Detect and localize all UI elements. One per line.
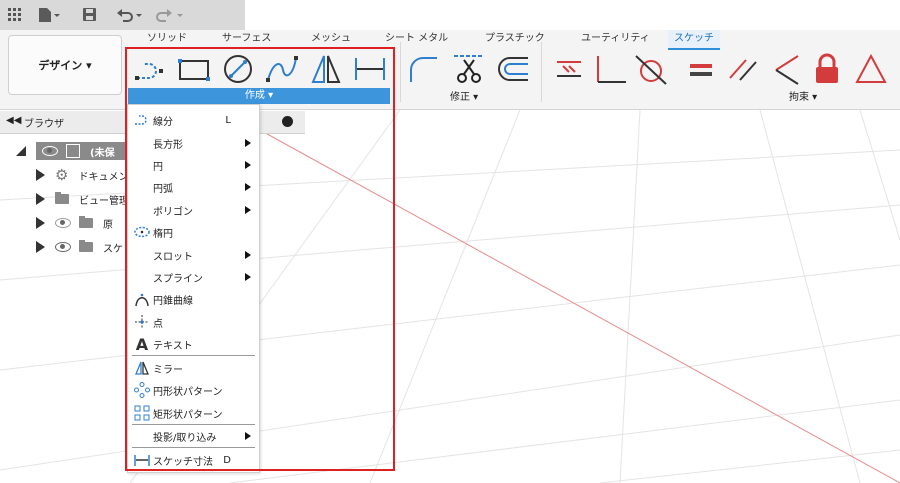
menu-item-project-include[interactable]: 投影/取り込み bbox=[128, 425, 259, 447]
shortcut: D bbox=[223, 454, 231, 466]
expand-icon[interactable] bbox=[36, 217, 45, 229]
menu-item-mirror[interactable]: ミラー bbox=[128, 357, 259, 379]
perpendicular-constraint-icon[interactable] bbox=[594, 52, 628, 86]
divider bbox=[541, 42, 542, 102]
tree-row-document[interactable]: ⚙ ドキュメン bbox=[36, 165, 128, 185]
submenu-arrow-icon bbox=[245, 273, 251, 281]
point-icon bbox=[134, 314, 150, 330]
submenu-arrow-icon bbox=[245, 251, 251, 259]
circular-pattern-icon bbox=[134, 382, 150, 398]
menu-item-circular-pattern[interactable]: 円形状パターン bbox=[128, 379, 259, 401]
tree-row-sketches[interactable]: スケ bbox=[36, 237, 123, 257]
menu-item-sketch-dimension[interactable]: スケッチ寸法 D bbox=[128, 449, 259, 471]
menu-item-circle[interactable]: 円 bbox=[128, 154, 259, 176]
menu-item-rectangular-pattern[interactable]: 矩形状パターン bbox=[128, 402, 259, 424]
gear-icon: ⚙ bbox=[55, 166, 69, 184]
menu-separator bbox=[132, 447, 255, 448]
menu-item-text[interactable]: A テキスト bbox=[128, 333, 259, 355]
expand-icon[interactable] bbox=[36, 193, 45, 205]
menu-item-arc[interactable]: 円弧 bbox=[128, 176, 259, 198]
create-group-label[interactable]: 作成 ▾ bbox=[128, 88, 390, 104]
tree-label: 原 bbox=[103, 219, 113, 231]
fix-constraint-icon[interactable] bbox=[810, 52, 844, 86]
mirror-icon bbox=[134, 360, 150, 376]
menu-item-point[interactable]: 点 bbox=[128, 311, 259, 333]
mirror-tool-icon[interactable] bbox=[309, 52, 343, 86]
line-icon bbox=[134, 112, 150, 128]
line-tool-icon[interactable] bbox=[133, 52, 167, 86]
tab-sheet-metal[interactable]: シート メタル bbox=[385, 30, 448, 48]
trim-tool-icon[interactable] bbox=[452, 52, 486, 86]
tree-label: ビュー管理 bbox=[79, 195, 129, 207]
expand-icon[interactable] bbox=[16, 146, 26, 156]
tangent-constraint-icon[interactable] bbox=[634, 52, 668, 86]
triangle-constraint-icon[interactable] bbox=[854, 52, 888, 86]
shortcut: L bbox=[225, 114, 231, 126]
conic-icon bbox=[134, 291, 150, 307]
tab-utility[interactable]: ユーティリティ bbox=[581, 30, 650, 48]
submenu-arrow-icon bbox=[245, 183, 251, 191]
modify-group-label[interactable]: 修正 ▾ bbox=[450, 91, 478, 105]
tab-sketch[interactable]: スケッチ bbox=[668, 30, 720, 50]
rectangle-tool-icon[interactable] bbox=[177, 52, 211, 86]
tree-row-named-views[interactable]: ビュー管理 bbox=[36, 189, 129, 209]
tree-label: スケ bbox=[103, 243, 123, 255]
eye-icon[interactable] bbox=[42, 146, 58, 156]
spline-tool-icon[interactable] bbox=[265, 52, 299, 86]
redo-icon[interactable] bbox=[155, 5, 185, 25]
menu-item-ellipse[interactable]: 楕円 bbox=[128, 221, 259, 243]
tab-mesh[interactable]: メッシュ bbox=[311, 30, 351, 48]
menu-item-spline[interactable]: スプライン bbox=[128, 266, 259, 288]
create-dropdown-menu: 線分 L 長方形 円 円弧 ポリゴン 楕円 スロット スプライン 円錐曲線 点 … bbox=[127, 104, 260, 473]
file-icon[interactable] bbox=[38, 5, 60, 25]
folder-icon bbox=[79, 216, 93, 228]
menu-item-conic[interactable]: 円錐曲線 bbox=[128, 288, 259, 310]
tree-label: (未保 bbox=[90, 147, 115, 159]
menu-separator bbox=[132, 355, 255, 356]
expand-icon[interactable] bbox=[36, 169, 45, 181]
circle-tool-icon[interactable] bbox=[221, 52, 255, 86]
submenu-arrow-icon bbox=[245, 432, 251, 440]
tree-label: ドキュメン bbox=[78, 171, 129, 183]
design-workspace-button[interactable]: デザイン ▾ bbox=[8, 35, 122, 95]
fillet-tool-icon[interactable] bbox=[407, 52, 441, 86]
dimension-icon bbox=[134, 452, 150, 468]
submenu-arrow-icon bbox=[245, 206, 251, 214]
text-icon: A bbox=[135, 334, 149, 354]
parallel-constraint-icon[interactable] bbox=[726, 52, 760, 86]
component-icon bbox=[66, 144, 80, 158]
title-bar bbox=[0, 0, 245, 31]
submenu-arrow-icon bbox=[245, 161, 251, 169]
eye-icon[interactable] bbox=[55, 242, 71, 252]
constrain-group-label[interactable]: 拘束 ▾ bbox=[789, 91, 817, 105]
expand-icon[interactable] bbox=[36, 241, 45, 253]
coincident-constraint-icon[interactable] bbox=[553, 52, 587, 86]
divider bbox=[400, 42, 401, 102]
tab-solid[interactable]: ソリッド bbox=[147, 30, 187, 48]
collapse-icon[interactable]: ◀◀ bbox=[6, 115, 21, 126]
tab-plastic[interactable]: プラスチック bbox=[485, 30, 545, 48]
eye-hidden-icon[interactable] bbox=[55, 218, 71, 228]
tree-row-origin[interactable]: 原 bbox=[36, 213, 113, 233]
menu-item-rectangle[interactable]: 長方形 bbox=[128, 132, 259, 154]
rectangular-pattern-icon bbox=[134, 405, 150, 421]
menu-item-polygon[interactable]: ポリゴン bbox=[128, 199, 259, 221]
collinear-constraint-icon[interactable] bbox=[768, 52, 802, 86]
save-icon[interactable] bbox=[82, 5, 98, 25]
menu-item-slot[interactable]: スロット bbox=[128, 244, 259, 266]
submenu-arrow-icon bbox=[245, 139, 251, 147]
folder-icon bbox=[55, 192, 69, 204]
equal-constraint-icon[interactable] bbox=[684, 52, 718, 86]
tree-row-root[interactable]: (未保 bbox=[16, 141, 131, 161]
minus-icon[interactable] bbox=[282, 116, 293, 127]
ellipse-icon bbox=[134, 224, 150, 240]
grid-menu-icon[interactable] bbox=[8, 5, 22, 25]
tab-surface[interactable]: サーフェス bbox=[222, 30, 271, 48]
folder-icon bbox=[79, 240, 93, 252]
menu-item-line[interactable]: 線分 L bbox=[128, 109, 259, 131]
browser-title: ブラウザ bbox=[24, 119, 64, 130]
dimension-tool-icon[interactable] bbox=[353, 52, 387, 86]
offset-tool-icon[interactable] bbox=[496, 52, 530, 86]
undo-icon[interactable] bbox=[116, 5, 144, 25]
